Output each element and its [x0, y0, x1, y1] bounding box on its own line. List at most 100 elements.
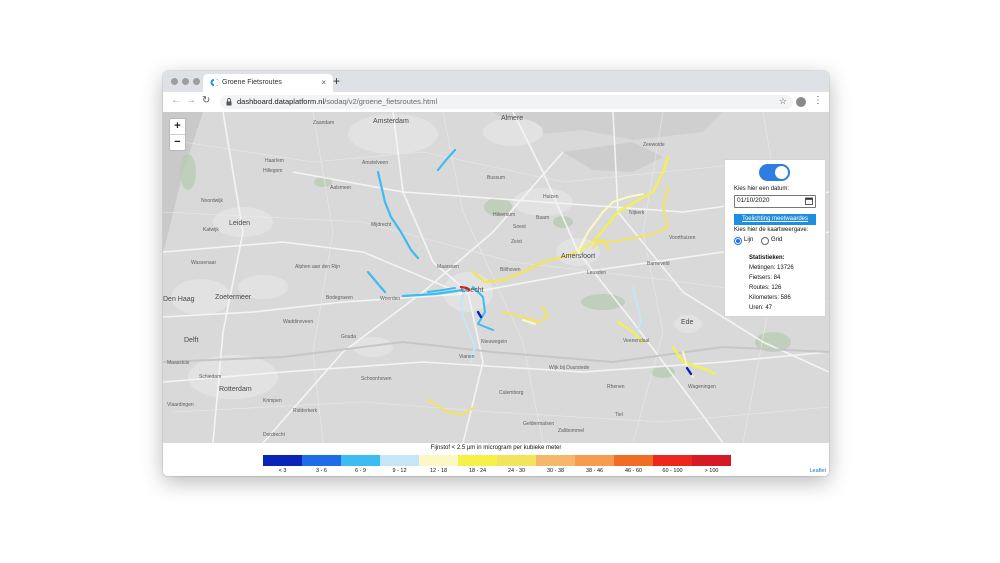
map-label-place: Schiedam	[199, 374, 222, 380]
new-tab-button[interactable]: +	[333, 74, 340, 88]
map-label-place: Bussum	[487, 175, 506, 181]
map-area[interactable]: Amsterdam Almere Leiden Zoetermeer Delft…	[163, 112, 829, 443]
legend-swatch-label: 30 - 38	[546, 468, 565, 474]
legend-swatch	[497, 455, 536, 466]
map-label-place: Zeewolde	[643, 142, 665, 148]
zoom-out-button[interactable]: −	[170, 135, 185, 150]
map-label-place: Vlaardingen	[167, 402, 194, 408]
date-value: 01/10/2020	[737, 197, 770, 204]
map-label-place: Rhenen	[607, 384, 625, 390]
map-label-city: Ede	[681, 319, 694, 326]
url-text: dashboard.dataplatform.nl/sodaq/v2/groen…	[237, 97, 437, 106]
calendar-icon[interactable]	[805, 197, 813, 205]
radio-grid-label: Grid	[771, 237, 783, 243]
legend-swatch-label: 60 - 100	[662, 468, 683, 474]
bookmark-star-icon[interactable]: ☆	[779, 96, 787, 107]
legend-swatch-label: 12 - 18	[429, 468, 448, 474]
minimize-window-dot[interactable]	[182, 78, 189, 85]
legend-swatch	[419, 455, 458, 466]
map-label-city: Leiden	[229, 220, 251, 227]
stats-title: Statistieken:	[749, 255, 785, 261]
radio-line[interactable]	[734, 237, 742, 245]
leaflet-attribution-link[interactable]: Leaflet	[809, 468, 826, 474]
map-label-place: Gouda	[341, 334, 357, 340]
control-panel: Kies hier een datum: 01/10/2020 Toelicht…	[724, 159, 826, 317]
map-label-place: Veenendaal	[623, 338, 650, 344]
map-label-place: Dordrecht	[263, 432, 285, 438]
map-label-place: Leusden	[587, 270, 607, 276]
map-label-place: Hilversum	[493, 212, 516, 218]
map-label-place: Ridderkerk	[293, 408, 318, 414]
stat-measurements: Metingen: 13726	[749, 265, 794, 271]
map-label-place: Wageningen	[688, 384, 716, 390]
legend-swatch-label: < 3	[278, 468, 287, 474]
legend-title: Fijnstof < 2.5 µm in microgram per kubie…	[430, 445, 562, 451]
legend-swatch	[302, 455, 341, 466]
map-label-place: Huizen	[543, 194, 559, 200]
zoom-in-button[interactable]: +	[170, 119, 185, 135]
map-label-place: Hillegom	[263, 168, 283, 174]
map-label-place: Maassluis	[167, 360, 190, 366]
tab-close-icon[interactable]: ×	[321, 78, 326, 87]
map-label-place: Voorthuizen	[669, 235, 696, 241]
map-label-place: Maarssen	[437, 264, 459, 270]
legend-swatch-label: 24 - 30	[507, 468, 526, 474]
radio-grid[interactable]	[761, 237, 769, 245]
maximize-window-dot[interactable]	[193, 78, 200, 85]
map-label-place: Katwijk	[203, 227, 219, 233]
map-label-place: Woerden	[380, 296, 401, 302]
map-label-place: Nijkerk	[629, 210, 645, 216]
map-label-place: Bilthoven	[500, 267, 521, 273]
tab-title: Groene Fietsroutes	[222, 79, 282, 86]
back-arrow-icon[interactable]: ←	[171, 95, 181, 106]
legend-swatch	[692, 455, 731, 466]
map-label-city: Utrecht	[461, 287, 484, 294]
legend-swatch	[575, 455, 614, 466]
map-label-place: Geldermalsen	[523, 421, 555, 427]
map-label-place: Alphen aan den Rijn	[295, 264, 341, 270]
toggle-knob	[775, 166, 788, 179]
date-label: Kies hier een datum:	[734, 186, 790, 192]
map-label-place: Baarn	[536, 215, 550, 221]
legend-swatch-label: 46 - 60	[624, 468, 643, 474]
lock-icon	[226, 98, 232, 106]
map-label-place: Noordwijk	[201, 198, 223, 204]
site-favicon-icon	[210, 79, 218, 86]
legend-swatch	[263, 455, 302, 466]
tab-bar: Groene Fietsroutes × +	[163, 71, 829, 92]
map-label-city: Zoetermeer	[215, 294, 252, 301]
map-label-place: Soest	[513, 224, 526, 230]
map-label-place: Mijdrecht	[371, 222, 392, 228]
map-label-place: Vianen	[459, 354, 475, 360]
legend-swatch-label: > 100	[704, 468, 719, 474]
profile-avatar[interactable]	[796, 97, 806, 107]
radio-line-label: Lijn	[744, 237, 754, 243]
browser-menu-icon[interactable]: ⋮	[813, 95, 823, 106]
tab-groene-fietsroutes[interactable]: Groene Fietsroutes ×	[203, 74, 333, 92]
map-label-place: Aalsmeer	[330, 185, 352, 191]
legend-swatch	[536, 455, 575, 466]
date-input[interactable]: 01/10/2020	[734, 195, 816, 208]
map-label-city: Amsterdam	[373, 118, 409, 125]
stat-hours: Uren: 47	[749, 305, 773, 311]
legend-swatch-label: 3 - 6	[315, 468, 327, 474]
layer-toggle-switch[interactable]	[759, 164, 790, 181]
map-label-place: Culemborg	[499, 390, 524, 396]
view-label: Kies hier de kaartweergave:	[734, 227, 809, 233]
map-label-place: Barneveld	[647, 261, 670, 267]
map-label-city: Amersfoort	[561, 253, 596, 260]
address-bar[interactable]: dashboard.dataplatform.nl/sodaq/v2/groen…	[220, 95, 793, 109]
pm25-legend: Fijnstof < 2.5 µm in microgram per kubie…	[163, 443, 829, 476]
legend-swatch-label: 9 - 12	[392, 468, 407, 474]
close-window-dot[interactable]	[171, 78, 178, 85]
map-label-place: Bodegraven	[326, 295, 353, 301]
browser-toolbar: ← → ↻ dashboard.dataplatform.nl/sodaq/v2…	[163, 92, 829, 113]
map-label-city: Almere	[501, 115, 524, 122]
map-label-place: Waddinxveen	[283, 319, 314, 325]
browser-window: Groene Fietsroutes × + ← → ↻ dashboard.d…	[163, 71, 829, 476]
legend-swatch-label: 18 - 24	[468, 468, 487, 474]
reload-icon[interactable]: ↻	[202, 95, 210, 106]
map-label-place: Amstelveen	[362, 160, 389, 166]
forward-arrow-icon[interactable]: →	[186, 95, 196, 106]
explain-measurements-button[interactable]: Toelichting meetwaardes	[734, 214, 816, 225]
